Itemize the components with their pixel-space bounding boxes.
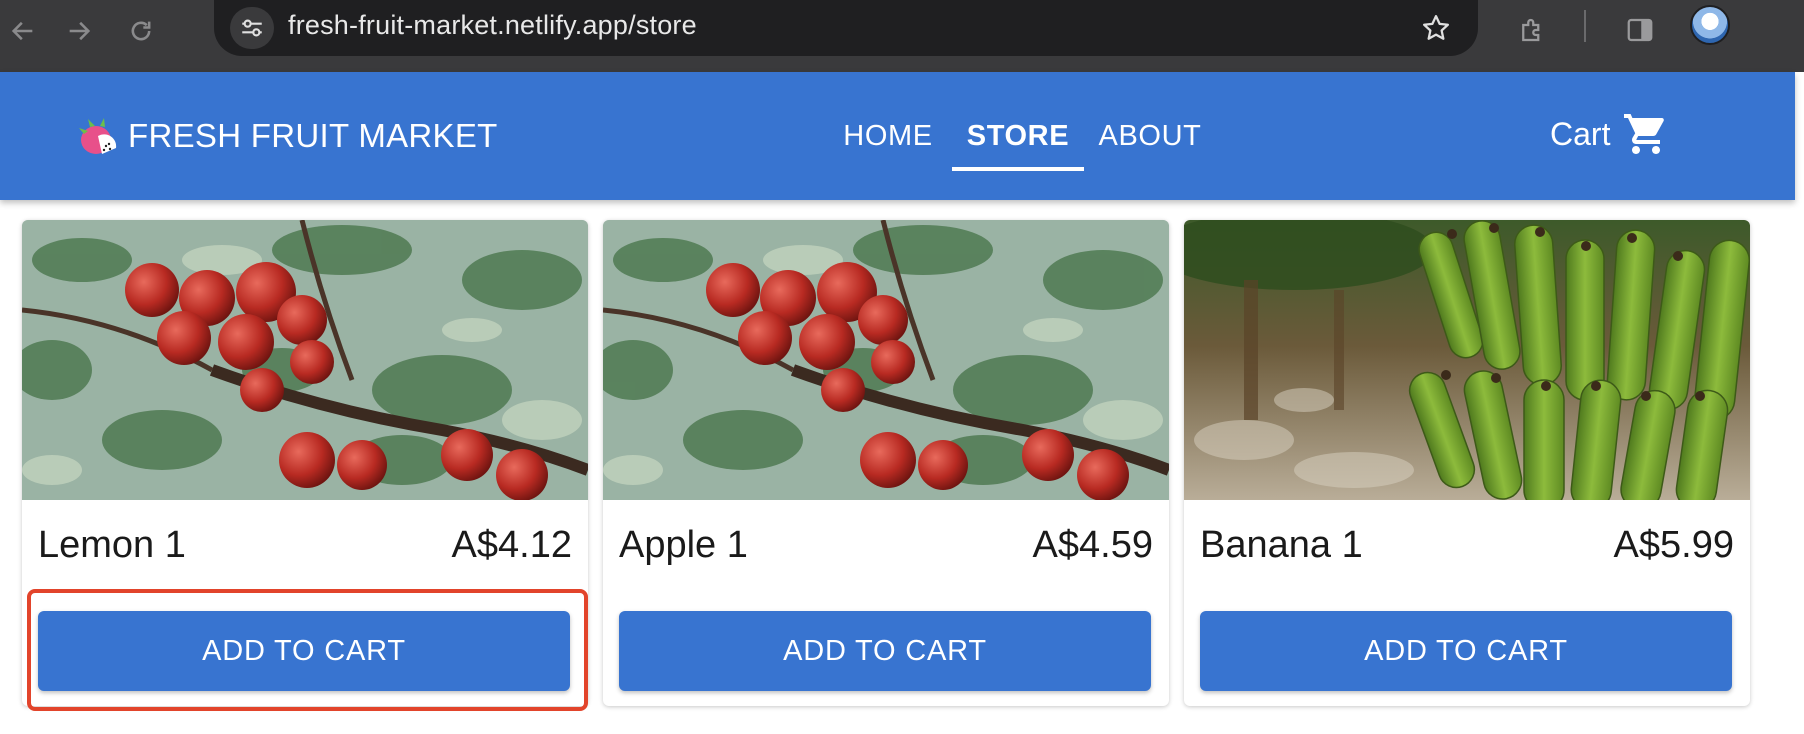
star-icon xyxy=(1423,15,1449,40)
nav-store[interactable]: STORE xyxy=(952,72,1084,200)
reload-button[interactable] xyxy=(118,8,164,54)
app-header: FRESH FRUIT MARKET HOME STORE ABOUT Cart xyxy=(0,72,1795,200)
site-info-icon xyxy=(242,19,262,37)
product-name: Lemon 1 xyxy=(38,524,186,566)
extensions-button[interactable] xyxy=(1510,8,1554,52)
brand-title: FRESH FRUIT MARKET xyxy=(128,117,498,154)
forward-button[interactable] xyxy=(56,8,102,54)
cart-button[interactable]: Cart xyxy=(1550,110,1670,158)
url-text[interactable]: fresh-fruit-market.netlify.app/store xyxy=(288,10,697,41)
apple-tree-image xyxy=(603,220,1169,500)
nav-home[interactable]: HOME xyxy=(832,72,944,200)
side-panel-button[interactable] xyxy=(1618,8,1662,52)
bookmark-button[interactable] xyxy=(1416,8,1456,48)
product-card: Apple 1 A$4.59 ADD TO CART xyxy=(603,220,1169,706)
add-to-cart-button[interactable]: ADD TO CART xyxy=(619,611,1151,691)
product-name: Banana 1 xyxy=(1200,524,1363,566)
brand[interactable]: FRESH FRUIT MARKET xyxy=(76,114,498,158)
site-info-button[interactable] xyxy=(230,7,274,49)
product-price: A$5.99 xyxy=(1613,524,1734,566)
add-to-cart-button[interactable]: ADD TO CART xyxy=(38,611,570,691)
product-card: Banana 1 A$5.99 ADD TO CART xyxy=(1184,220,1750,706)
reload-icon xyxy=(131,21,151,41)
product-price: A$4.12 xyxy=(451,524,572,566)
cart-label: Cart xyxy=(1550,115,1611,152)
apple-tree-image xyxy=(22,220,588,500)
back-arrow-icon xyxy=(11,21,33,41)
product-name: Apple 1 xyxy=(619,524,748,566)
address-bar[interactable]: fresh-fruit-market.netlify.app/store xyxy=(214,0,1478,56)
banana-bunch-image xyxy=(1184,220,1750,500)
nav-about[interactable]: ABOUT xyxy=(1094,72,1206,200)
dragon-fruit-logo-icon xyxy=(79,118,117,154)
forward-arrow-icon xyxy=(69,21,91,41)
shopping-cart-icon xyxy=(1624,114,1665,154)
browser-toolbar: fresh-fruit-market.netlify.app/store xyxy=(0,0,1804,72)
profile-avatar[interactable] xyxy=(1690,5,1730,45)
product-price: A$4.59 xyxy=(1032,524,1153,566)
back-button[interactable] xyxy=(0,8,46,54)
product-card: Lemon 1 A$4.12 ADD TO CART xyxy=(22,220,588,706)
side-panel-icon xyxy=(1627,18,1653,42)
extensions-icon xyxy=(1522,18,1540,42)
add-to-cart-button[interactable]: ADD TO CART xyxy=(1200,611,1732,691)
toolbar-divider xyxy=(1584,10,1586,42)
